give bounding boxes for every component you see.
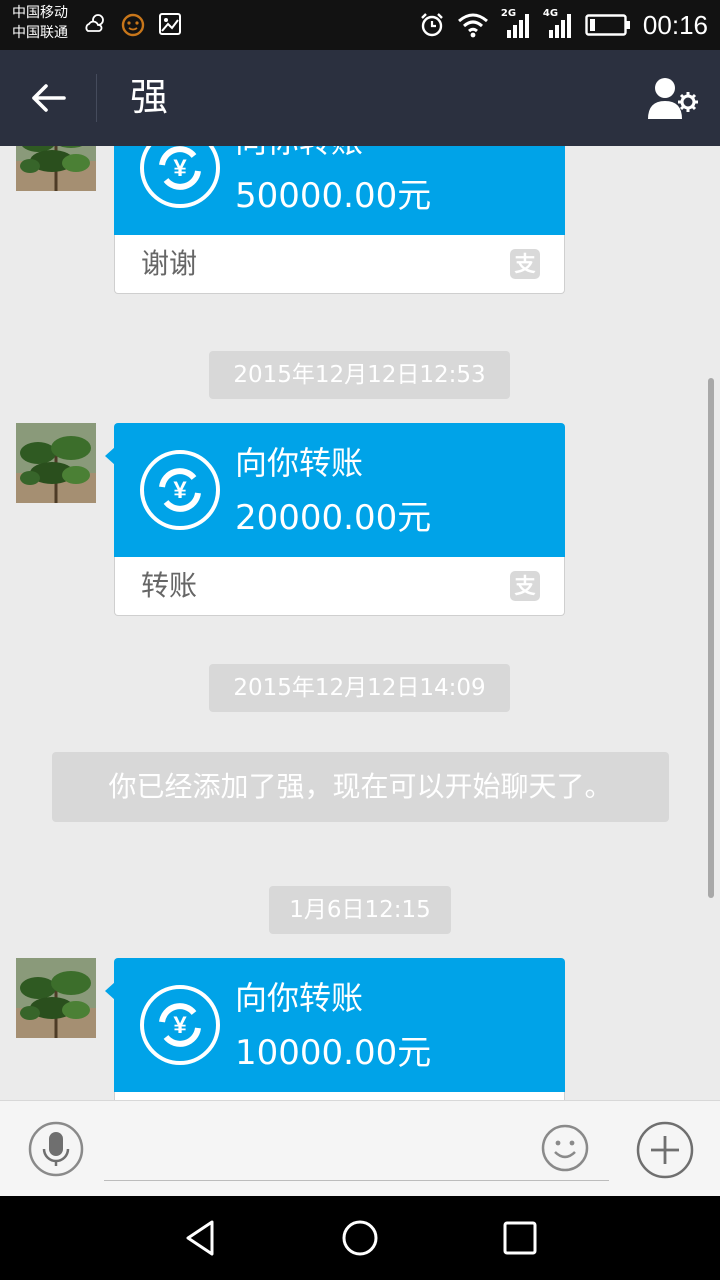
status-bar: 中国移动 中国联通 2G 4G 00:16 [0, 0, 720, 50]
carrier-1: 中国移动 [12, 5, 68, 21]
plant-avatar-image [16, 423, 96, 503]
yuan-transfer-icon: ¥ [140, 985, 220, 1065]
chat-header: 强 [0, 50, 720, 146]
yuan-transfer-icon: ¥ [140, 146, 220, 208]
timestamp: 2015年12月12日14:09 [209, 664, 510, 712]
alipay-icon: 支 [510, 249, 540, 279]
transfer-card-body: ¥ 向你转账 50000.00元 [114, 146, 565, 235]
chat-title: 强 [130, 75, 169, 119]
transfer-card-body: ¥ 向你转账 20000.00元 [105, 423, 565, 557]
transfer-amount: 50000.00元 [235, 176, 432, 216]
wifi-icon [457, 13, 488, 38]
weather-cloud-icon [85, 14, 104, 32]
contact-avatar[interactable] [16, 958, 96, 1038]
cat-face-icon [121, 13, 145, 37]
carrier-2: 中国联通 [12, 25, 68, 41]
plus-icon [636, 1121, 694, 1179]
bubble-tail [105, 982, 115, 1000]
signal-1: 2G [501, 8, 531, 38]
transfer-amount: 20000.00元 [235, 498, 432, 538]
transfer-note-bar [114, 1092, 565, 1100]
svg-text:¥: ¥ [173, 477, 187, 504]
smiley-icon [541, 1124, 589, 1172]
message-input[interactable] [104, 1129, 609, 1181]
header-divider [96, 74, 97, 122]
system-message: 你已经添加了强，现在可以开始聊天了。 [52, 752, 669, 822]
arrow-left-icon [32, 84, 66, 112]
transfer-note: 谢谢 [141, 247, 198, 280]
plant-avatar-image [16, 146, 96, 191]
emoji-button[interactable] [540, 1123, 590, 1173]
battery-icon [585, 14, 630, 36]
carrier-info: 中国移动 中国联通 [12, 3, 68, 43]
yuan-transfer-icon: ¥ [140, 450, 220, 530]
contact-avatar[interactable] [16, 423, 96, 503]
signal-2: 4G [543, 8, 573, 38]
nav-home-icon[interactable] [340, 1218, 380, 1258]
transfer-note: 转账 [141, 569, 198, 602]
message-list[interactable]: ¥ 向你转账 50000.00元 谢谢 支 2015年12月12日12:53 [0, 146, 720, 1100]
bubble-tail [105, 447, 115, 465]
status-right: 2G 4G 00:16 [419, 0, 708, 50]
clock: 00:16 [642, 9, 708, 40]
nav-back-icon[interactable] [180, 1218, 220, 1258]
plant-avatar-image [16, 958, 96, 1038]
alipay-icon: 支 [510, 571, 540, 601]
contact-avatar[interactable] [16, 146, 96, 191]
svg-text:¥: ¥ [173, 1012, 187, 1039]
transfer-label: 向你转账 [235, 444, 364, 482]
system-nav-bar [0, 1196, 720, 1280]
input-bar [0, 1100, 720, 1196]
transfer-label: 向你转账 [235, 146, 363, 161]
signal-bars-icon [506, 14, 529, 38]
transfer-card-body: ¥ 向你转账 10000.00元 [105, 958, 565, 1092]
voice-button[interactable] [28, 1121, 84, 1177]
signal-bars-icon [548, 14, 571, 38]
contact-settings-button[interactable] [646, 72, 700, 124]
alarm-icon [421, 13, 443, 37]
timestamp: 1月6日12:15 [269, 886, 451, 934]
transfer-card[interactable]: ¥ 向你转账 20000.00元 转账 支 [105, 423, 565, 616]
svg-text:¥: ¥ [173, 155, 187, 182]
transfer-card[interactable]: ¥ 向你转账 50000.00元 谢谢 支 [114, 146, 565, 294]
transfer-note-bar: 转账 支 [114, 557, 565, 616]
gallery-icon [159, 13, 181, 35]
transfer-label: 向你转账 [235, 979, 364, 1017]
scrollbar[interactable] [708, 378, 714, 898]
transfer-note-bar: 谢谢 支 [114, 235, 565, 294]
contact-settings-icon [648, 78, 698, 119]
back-button[interactable] [22, 74, 74, 122]
timestamp: 2015年12月12日12:53 [209, 351, 510, 399]
transfer-amount: 10000.00元 [235, 1033, 432, 1073]
more-options-button[interactable] [636, 1121, 694, 1179]
transfer-card[interactable]: ¥ 向你转账 10000.00元 [105, 958, 565, 1100]
nav-recents-icon[interactable] [500, 1218, 540, 1258]
microphone-icon [28, 1121, 84, 1177]
notification-icons [84, 12, 182, 38]
